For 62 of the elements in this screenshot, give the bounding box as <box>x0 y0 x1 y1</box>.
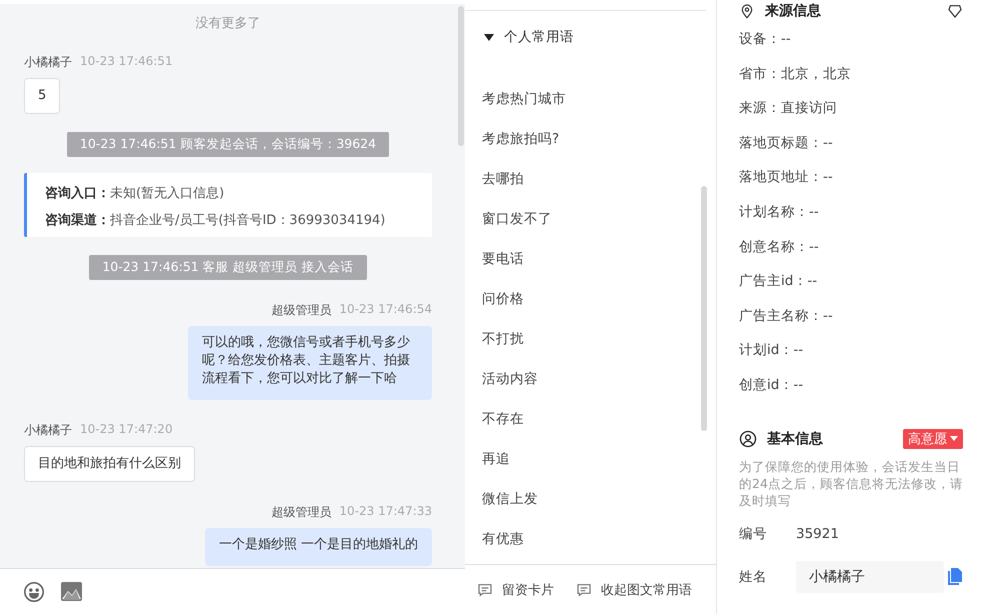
field-value: 35921 <box>796 526 839 542</box>
phrase-item[interactable]: 去哪拍 <box>482 159 524 199</box>
source-field: 来源：直接访问 <box>739 98 963 133</box>
location-icon <box>739 3 755 19</box>
system-notice: 10-23 17:46:51 顾客发起会话，会话编号：39624 <box>66 132 390 157</box>
intent-dropdown[interactable]: 高意愿 <box>903 428 963 449</box>
phrase-group-header[interactable]: 个人常用语 <box>465 11 716 58</box>
phrase-item[interactable]: 有优惠 <box>482 519 524 559</box>
message-time: 10-23 17:46:51 <box>80 54 173 70</box>
copy-icon[interactable] <box>948 568 962 586</box>
phrase-item[interactable]: 窗口发不了 <box>482 199 552 239</box>
source-field: 落地页地址：-- <box>739 167 963 202</box>
section-title: 基本信息 <box>767 430 823 448</box>
message-bubble: 一个是婚纱照 一个是目的地婚礼的 <box>204 528 432 566</box>
phrase-item[interactable]: 考虑热门城市 <box>482 79 566 119</box>
phrase-item[interactable]: 不存在 <box>482 399 524 439</box>
phrase-item[interactable]: 考虑旅拍吗? <box>482 119 560 159</box>
message-bubble: 可以的哦，您微信号或者手机号多少呢？给您发价格表、主题客片、拍摄流程看下，您可以对比了解一下哈 <box>188 326 432 400</box>
caret-icon <box>950 436 958 442</box>
message-bubble: 5 <box>24 78 60 114</box>
source-field: 计划名称：-- <box>739 202 963 237</box>
message-time: 10-23 17:47:20 <box>80 422 173 438</box>
footer-button[interactable]: 收起图文常用语 <box>576 580 692 598</box>
source-field: 创意名称：-- <box>739 236 963 272</box>
emoji-icon <box>23 580 45 603</box>
phrase-item[interactable]: 微信上发 <box>482 479 538 519</box>
no-more-notice: 没有更多了 <box>196 15 260 32</box>
phrase-item[interactable]: 问价格 <box>482 279 524 319</box>
sender-name: 超级管理员 <box>271 504 332 521</box>
footer-button[interactable]: 留资卡片 <box>477 580 554 598</box>
source-field: 省市：北京，北京 <box>739 64 963 98</box>
source-field: 计划id：-- <box>739 340 963 375</box>
source-field: 广告主名称：-- <box>739 306 963 340</box>
message-icon <box>576 582 592 598</box>
info-line: 咨询入口：未知(暂无入口信息) <box>45 184 226 202</box>
message-time: 10-23 17:46:54 <box>339 302 432 318</box>
source-field: 设备：-- <box>739 29 963 64</box>
sender-name: 小橘橘子 <box>24 54 72 71</box>
image-icon[interactable] <box>61 582 82 602</box>
scrollbar[interactable] <box>458 6 464 146</box>
message-time: 10-23 17:47:33 <box>339 504 432 520</box>
source-field: 创意id：-- <box>739 374 963 410</box>
sender-name: 超级管理员 <box>271 302 332 319</box>
info-line: 咨询渠道：抖音企业号/员工号(抖音号ID：36993034194) <box>45 212 386 229</box>
phrase-item[interactable]: 活动内容 <box>482 359 538 399</box>
message-bubble: 目的地和旅拍有什么区别 <box>24 446 195 482</box>
section-title: 来源信息 <box>765 2 821 20</box>
hint-text: 为了保障您的使用体验，会话发生当日的24点之后，顾客信息将无法修改，请及时填写 <box>739 458 963 509</box>
caret-icon <box>484 34 494 40</box>
field-label: 编号 <box>739 524 768 543</box>
user-icon <box>739 430 757 448</box>
scrollbar[interactable] <box>701 186 707 431</box>
phrase-item[interactable]: 不打扰 <box>482 319 524 359</box>
field-label: 姓名 <box>739 568 768 586</box>
sender-name: 小橘橘子 <box>24 422 72 439</box>
system-notice: 10-23 17:46:51 客服 超级管理员 接入会话 <box>89 255 367 280</box>
source-field: 落地页标题：-- <box>739 132 963 168</box>
name-field[interactable]: 小橘橘子 <box>796 560 944 593</box>
phrase-item[interactable]: 要电话 <box>482 239 524 279</box>
message-icon <box>477 582 493 598</box>
source-field: 广告主id：-- <box>739 271 963 306</box>
phrase-item[interactable]: 再追 <box>482 439 510 479</box>
